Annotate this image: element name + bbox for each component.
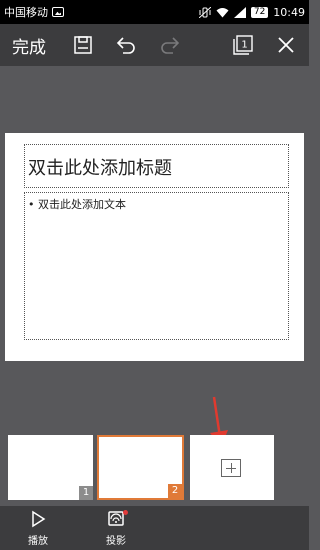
- close-icon[interactable]: [273, 32, 299, 58]
- gallery-notification-icon: [52, 7, 64, 17]
- slides-icon[interactable]: 1: [230, 32, 256, 58]
- save-icon[interactable]: [70, 32, 96, 58]
- add-slide-button[interactable]: [190, 435, 274, 500]
- notification-dot: [123, 510, 128, 515]
- wifi-icon: [216, 7, 229, 17]
- carrier-name: 中国移动: [4, 6, 48, 19]
- done-button[interactable]: 完成: [12, 33, 46, 58]
- vibrate-icon: [198, 6, 211, 18]
- body-placeholder[interactable]: • 双击此处添加文本: [24, 192, 289, 340]
- play-icon: [32, 510, 46, 528]
- play-label: 播放: [28, 536, 48, 547]
- play-button[interactable]: 播放: [16, 510, 60, 547]
- status-bar: 中国移动 72 10:49: [0, 0, 309, 24]
- battery-level: 72: [250, 6, 269, 18]
- slide-thumbnail-2[interactable]: 2: [97, 435, 184, 500]
- slide-canvas[interactable]: 双击此处添加标题 • 双击此处添加文本: [5, 133, 304, 361]
- clock: 10:49: [273, 5, 305, 19]
- status-right: 72 10:49: [198, 5, 305, 19]
- slide-thumbnail-1[interactable]: 1: [8, 435, 93, 500]
- bottom-bar: 播放 投影: [0, 506, 309, 550]
- editor-toolbar: 完成 1: [0, 24, 309, 66]
- undo-icon[interactable]: [113, 32, 139, 58]
- signal-icon: [233, 6, 246, 18]
- project-label: 投影: [106, 536, 126, 547]
- slide-count-badge: 1: [241, 40, 247, 51]
- slide-number-badge: 2: [168, 484, 182, 498]
- title-placeholder[interactable]: 双击此处添加标题: [24, 144, 289, 188]
- redo-icon[interactable]: [157, 32, 183, 58]
- project-button[interactable]: 投影: [94, 510, 138, 547]
- slide-number-badge: 1: [79, 486, 93, 500]
- add-slide-icon: [221, 459, 241, 477]
